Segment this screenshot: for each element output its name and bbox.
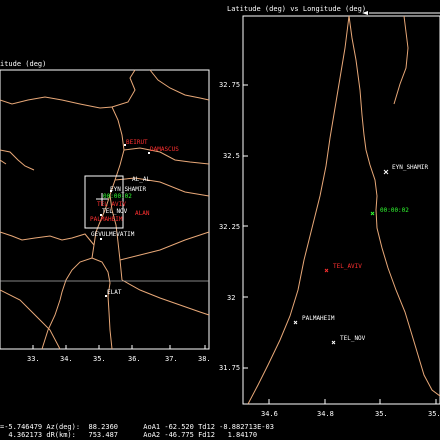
left-label-gevulmevatim: GEVULMEVATIM	[91, 231, 135, 238]
left-label-tel-aviv: TEL_AVIV	[97, 201, 126, 208]
left-label-alan: ALAN	[135, 210, 150, 217]
right-y-tick-label: 32.75	[219, 81, 240, 89]
right-y-tick-label: 32.5	[223, 152, 240, 160]
left-label-elat: ELAT	[107, 289, 122, 296]
right-x-tick-label: 35.2	[428, 410, 440, 418]
left-x-tick-label: 37.	[165, 355, 178, 363]
left-label-time: 00:00:02	[103, 193, 132, 200]
right-label-time: 00:00:02	[380, 207, 409, 214]
marker-time	[370, 211, 375, 216]
marker-gevul	[100, 238, 102, 240]
right-plot-frame	[242, 15, 440, 405]
left-label-palmaheim: PALMAHEIM	[90, 216, 123, 223]
right-y-axis	[243, 84, 248, 369]
left-label-eyn-shamir: EYN_SHAMIR	[110, 186, 147, 193]
left-plot-title: itude (deg)	[0, 60, 46, 68]
right-y-tick-label: 31.75	[219, 364, 240, 372]
left-label-beirut: BEIRUT	[126, 139, 148, 146]
right-y-tick-label: 32.25	[219, 223, 240, 231]
left-x-tick-label: 33.	[27, 355, 40, 363]
right-x-tick-label: 35.	[375, 410, 388, 418]
right-label-tel-aviv: TEL_AVIV	[333, 263, 362, 270]
right-y-tick-label: 32	[227, 294, 235, 302]
right-label-palmaheim: PALMAHEIM	[302, 315, 335, 322]
right-coastline	[247, 15, 440, 405]
left-label-tel-nov: TEL_NOV	[102, 208, 128, 215]
left-label-al-al: AL_AL	[132, 176, 150, 183]
status-line-2: 4.362173 dR(km): 753.487 AoA2 -46.775 Fd…	[0, 431, 258, 439]
marker-eyn-shamir	[383, 169, 389, 175]
left-x-tick-label: 35.	[93, 355, 106, 363]
right-label-tel-nov: TEL_NOV	[340, 335, 366, 342]
right-x-tick-label: 34.6	[261, 410, 278, 418]
right-zoom-plot[interactable]: Latitude (deg) vs Longitude (deg) 32.75 …	[219, 5, 440, 418]
left-x-tick-label: 36.	[128, 355, 141, 363]
marker-tel-nov	[331, 340, 336, 345]
right-x-axis	[268, 399, 437, 404]
left-x-tick-label: 34.	[60, 355, 73, 363]
marker-tel-aviv	[324, 268, 329, 273]
right-x-tick-label: 34.8	[317, 410, 334, 418]
marker-palmaheim	[293, 320, 298, 325]
right-plot-title: Latitude (deg) vs Longitude (deg)	[227, 5, 366, 13]
right-label-eyn-shamir: EYN_SHAMIR	[392, 164, 429, 171]
left-map-plot[interactable]: itude (deg) BEIRUT DAMASCUS AL_AL EYN_SH…	[0, 60, 211, 363]
left-x-tick-label: 38.	[198, 355, 211, 363]
left-label-damascus: DAMASCUS	[150, 146, 179, 153]
